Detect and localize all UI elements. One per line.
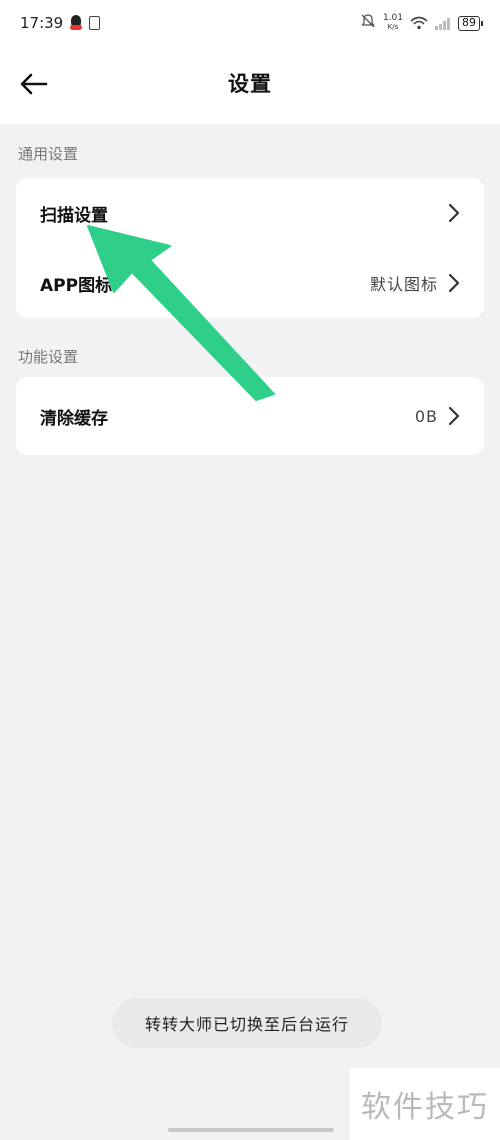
section-label-features: 功能设置 <box>18 348 79 366</box>
row-label: 扫描设置 <box>40 205 108 226</box>
wifi-icon <box>410 16 428 30</box>
app-icon-value: 默认图标 <box>369 275 438 294</box>
chevron-right-icon <box>448 273 460 293</box>
chevron-right-icon <box>448 203 460 223</box>
qq-icon <box>69 15 83 31</box>
network-speed-value: 1.01 <box>382 13 403 23</box>
app-icon-row[interactable]: APP图标 默认图标 <box>16 248 484 318</box>
status-left: 17:39 <box>20 14 101 32</box>
annotation-arrow <box>87 225 275 401</box>
status-right: 1.01 K/s 89 <box>360 13 483 33</box>
signal-icon <box>435 17 451 30</box>
page-title: 设置 <box>228 72 272 96</box>
row-label: APP图标 <box>40 275 113 296</box>
row-right: 默认图标 <box>370 271 460 295</box>
network-speed: 1.01 K/s <box>383 14 403 32</box>
home-indicator[interactable] <box>168 1128 334 1132</box>
network-speed-unit: K/s <box>387 23 399 31</box>
status-time: 17:39 <box>20 14 64 32</box>
feature-settings-card: 清除缓存 0B <box>16 377 484 455</box>
cache-size-value: 0B <box>414 406 438 426</box>
app-notification-icon <box>89 16 101 30</box>
general-settings-card: 扫描设置 APP图标 默认图标 <box>16 178 484 318</box>
status-bar: 17:39 1.01 K/s 89 <box>0 0 500 46</box>
battery-icon: 89 <box>458 15 483 31</box>
mute-icon <box>360 13 376 33</box>
row-right: 0B <box>415 406 460 426</box>
row-label: 清除缓存 <box>40 408 108 429</box>
row-right <box>448 203 460 223</box>
section-label-general: 通用设置 <box>18 145 79 163</box>
toast-message: 转转大师已切换至后台运行 <box>112 998 382 1048</box>
clear-cache-row[interactable]: 清除缓存 0B <box>16 377 484 455</box>
scan-settings-row[interactable]: 扫描设置 <box>16 178 484 248</box>
nav-bar: 设置 <box>0 46 500 124</box>
chevron-right-icon <box>448 406 460 426</box>
watermark: 软件技巧 <box>350 1068 500 1140</box>
